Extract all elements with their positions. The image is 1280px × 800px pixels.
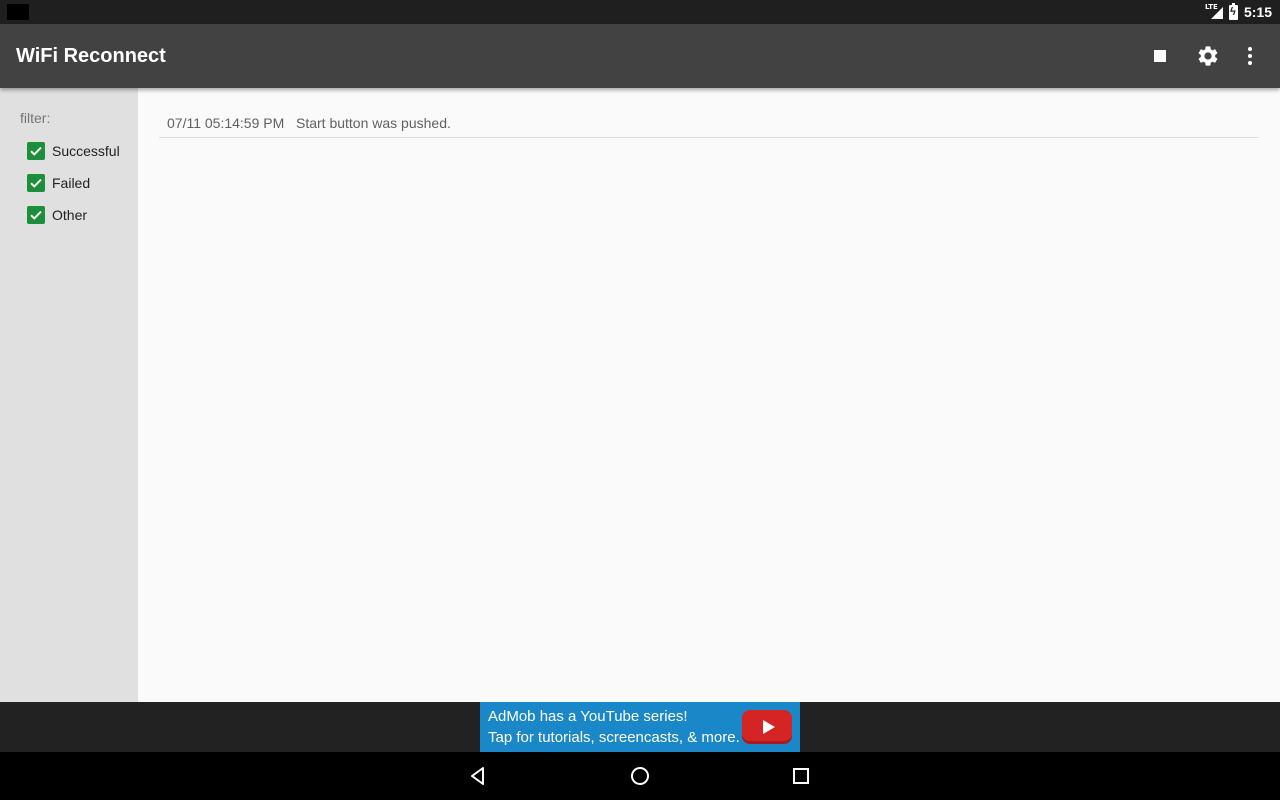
filter-successful-checkbox[interactable]: Successful: [27, 140, 120, 162]
signal-icon: LTE: [1205, 3, 1223, 20]
home-icon: [631, 767, 649, 785]
log-message: Start button was pushed.: [296, 115, 451, 131]
app-title: WiFi Reconnect: [16, 45, 166, 67]
recents-icon: [793, 768, 809, 784]
battery-icon: ϟ: [1228, 2, 1238, 20]
recents-button[interactable]: [769, 752, 833, 800]
filter-failed-checkbox[interactable]: Failed: [27, 172, 90, 194]
filter-other-checkbox[interactable]: Other: [27, 204, 87, 226]
filter-other-label: Other: [52, 207, 88, 223]
back-icon: [471, 767, 484, 785]
log-list[interactable]: 07/11 05:14:59 PM Start button was pushe…: [138, 88, 1280, 702]
filter-failed-label: Failed: [52, 175, 91, 191]
youtube-play-icon: [742, 710, 792, 744]
app-bar: WiFi Reconnect: [0, 24, 1280, 88]
ad-bar: AdMob has a YouTube series! Tap for tuto…: [0, 702, 1280, 752]
notification-icon: [7, 4, 29, 20]
system-nav-bar: [0, 752, 1280, 800]
status-bar: LTE ϟ 5:15: [0, 0, 1280, 24]
status-icons: LTE ϟ 5:15: [1205, 0, 1272, 24]
stop-button[interactable]: [1136, 32, 1184, 80]
checkbox-checked-icon: [27, 206, 45, 224]
home-button[interactable]: [608, 752, 672, 800]
filter-successful-label: Successful: [52, 143, 120, 159]
gear-icon: [1198, 46, 1218, 66]
log-timestamp: 07/11 05:14:59 PM: [167, 115, 285, 131]
status-clock: 5:15: [1243, 4, 1272, 20]
back-button[interactable]: [446, 752, 510, 800]
checkbox-checked-icon: [27, 142, 45, 160]
filter-sidebar: filter: Successful Failed Other: [0, 88, 138, 702]
ad-headline: AdMob has a YouTube series!: [488, 708, 688, 725]
checkbox-checked-icon: [27, 174, 45, 192]
stop-icon: [1154, 50, 1166, 62]
filter-label: filter:: [20, 110, 51, 126]
more-options-button[interactable]: [1226, 32, 1274, 80]
more-vert-icon: [1248, 47, 1252, 65]
log-entry[interactable]: 07/11 05:14:59 PM Start button was pushe…: [159, 112, 1259, 138]
ad-banner[interactable]: AdMob has a YouTube series! Tap for tuto…: [480, 702, 800, 752]
settings-button[interactable]: [1184, 32, 1232, 80]
ad-subline: Tap for tutorials, screencasts, & more.: [488, 729, 740, 746]
